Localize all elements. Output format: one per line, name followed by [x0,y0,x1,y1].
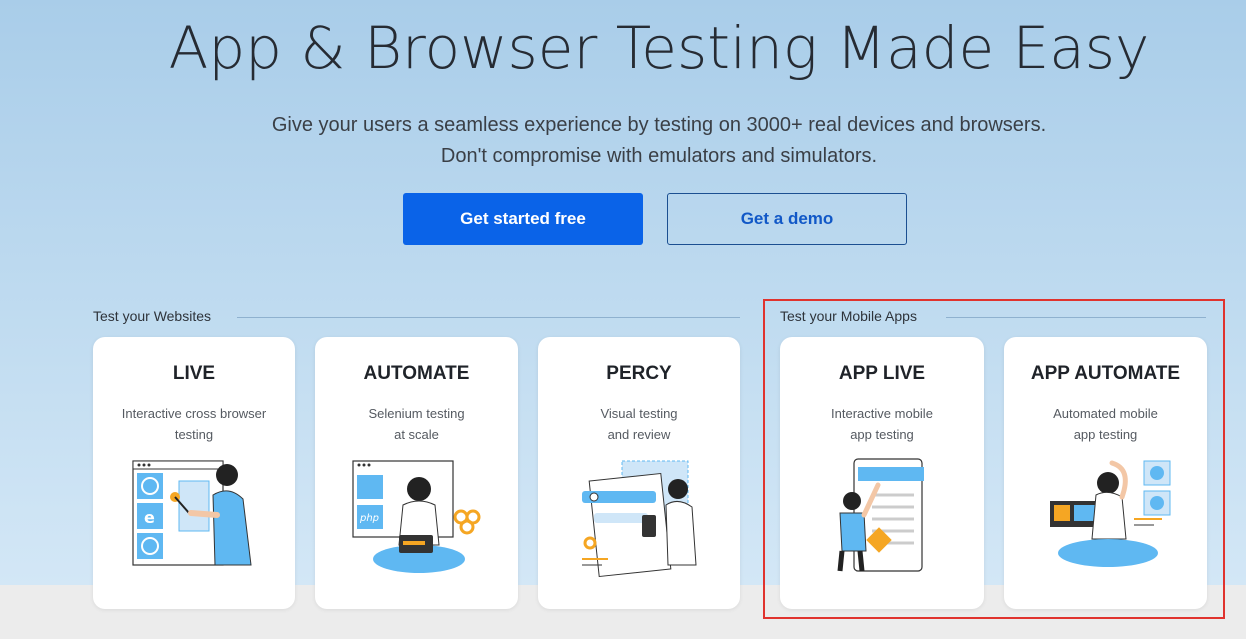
product-title: AUTOMATE [363,363,470,384]
product-title: LIVE [172,363,216,384]
automate-illustration-icon: php [352,460,481,573]
percy-illustration-icon [582,460,697,578]
product-title: PERCY [606,363,672,384]
svg-text:php: php [359,513,379,524]
svg-text:e: e [144,508,155,527]
page-title: App & Browser Testing Made Easy [168,14,1150,82]
product-card-live[interactable]: LIVE Interactive cross browser testing e [93,337,295,609]
live-illustration-icon: e [132,460,252,566]
product-card-automate[interactable]: AUTOMATE Selenium testing at scale php [315,337,518,609]
get-started-free-button[interactable]: Get started free [403,193,643,245]
product-description: Selenium testing at scale [368,406,465,442]
product-description: Interactive cross browser testing [121,406,267,442]
hero-subtitle-line2: Don't compromise with emulators and simu… [440,145,878,167]
section-divider-websites [237,317,740,318]
section-label-websites: Test your Websites [93,308,212,324]
hero-subtitle-line1: Give your users a seamless experience by… [271,114,1047,136]
product-description: Visual testing and review [600,406,678,442]
get-a-demo-button[interactable]: Get a demo [667,193,907,245]
product-card-percy[interactable]: PERCY Visual testing and review [538,337,740,609]
mobile-apps-highlight-box [763,299,1225,619]
